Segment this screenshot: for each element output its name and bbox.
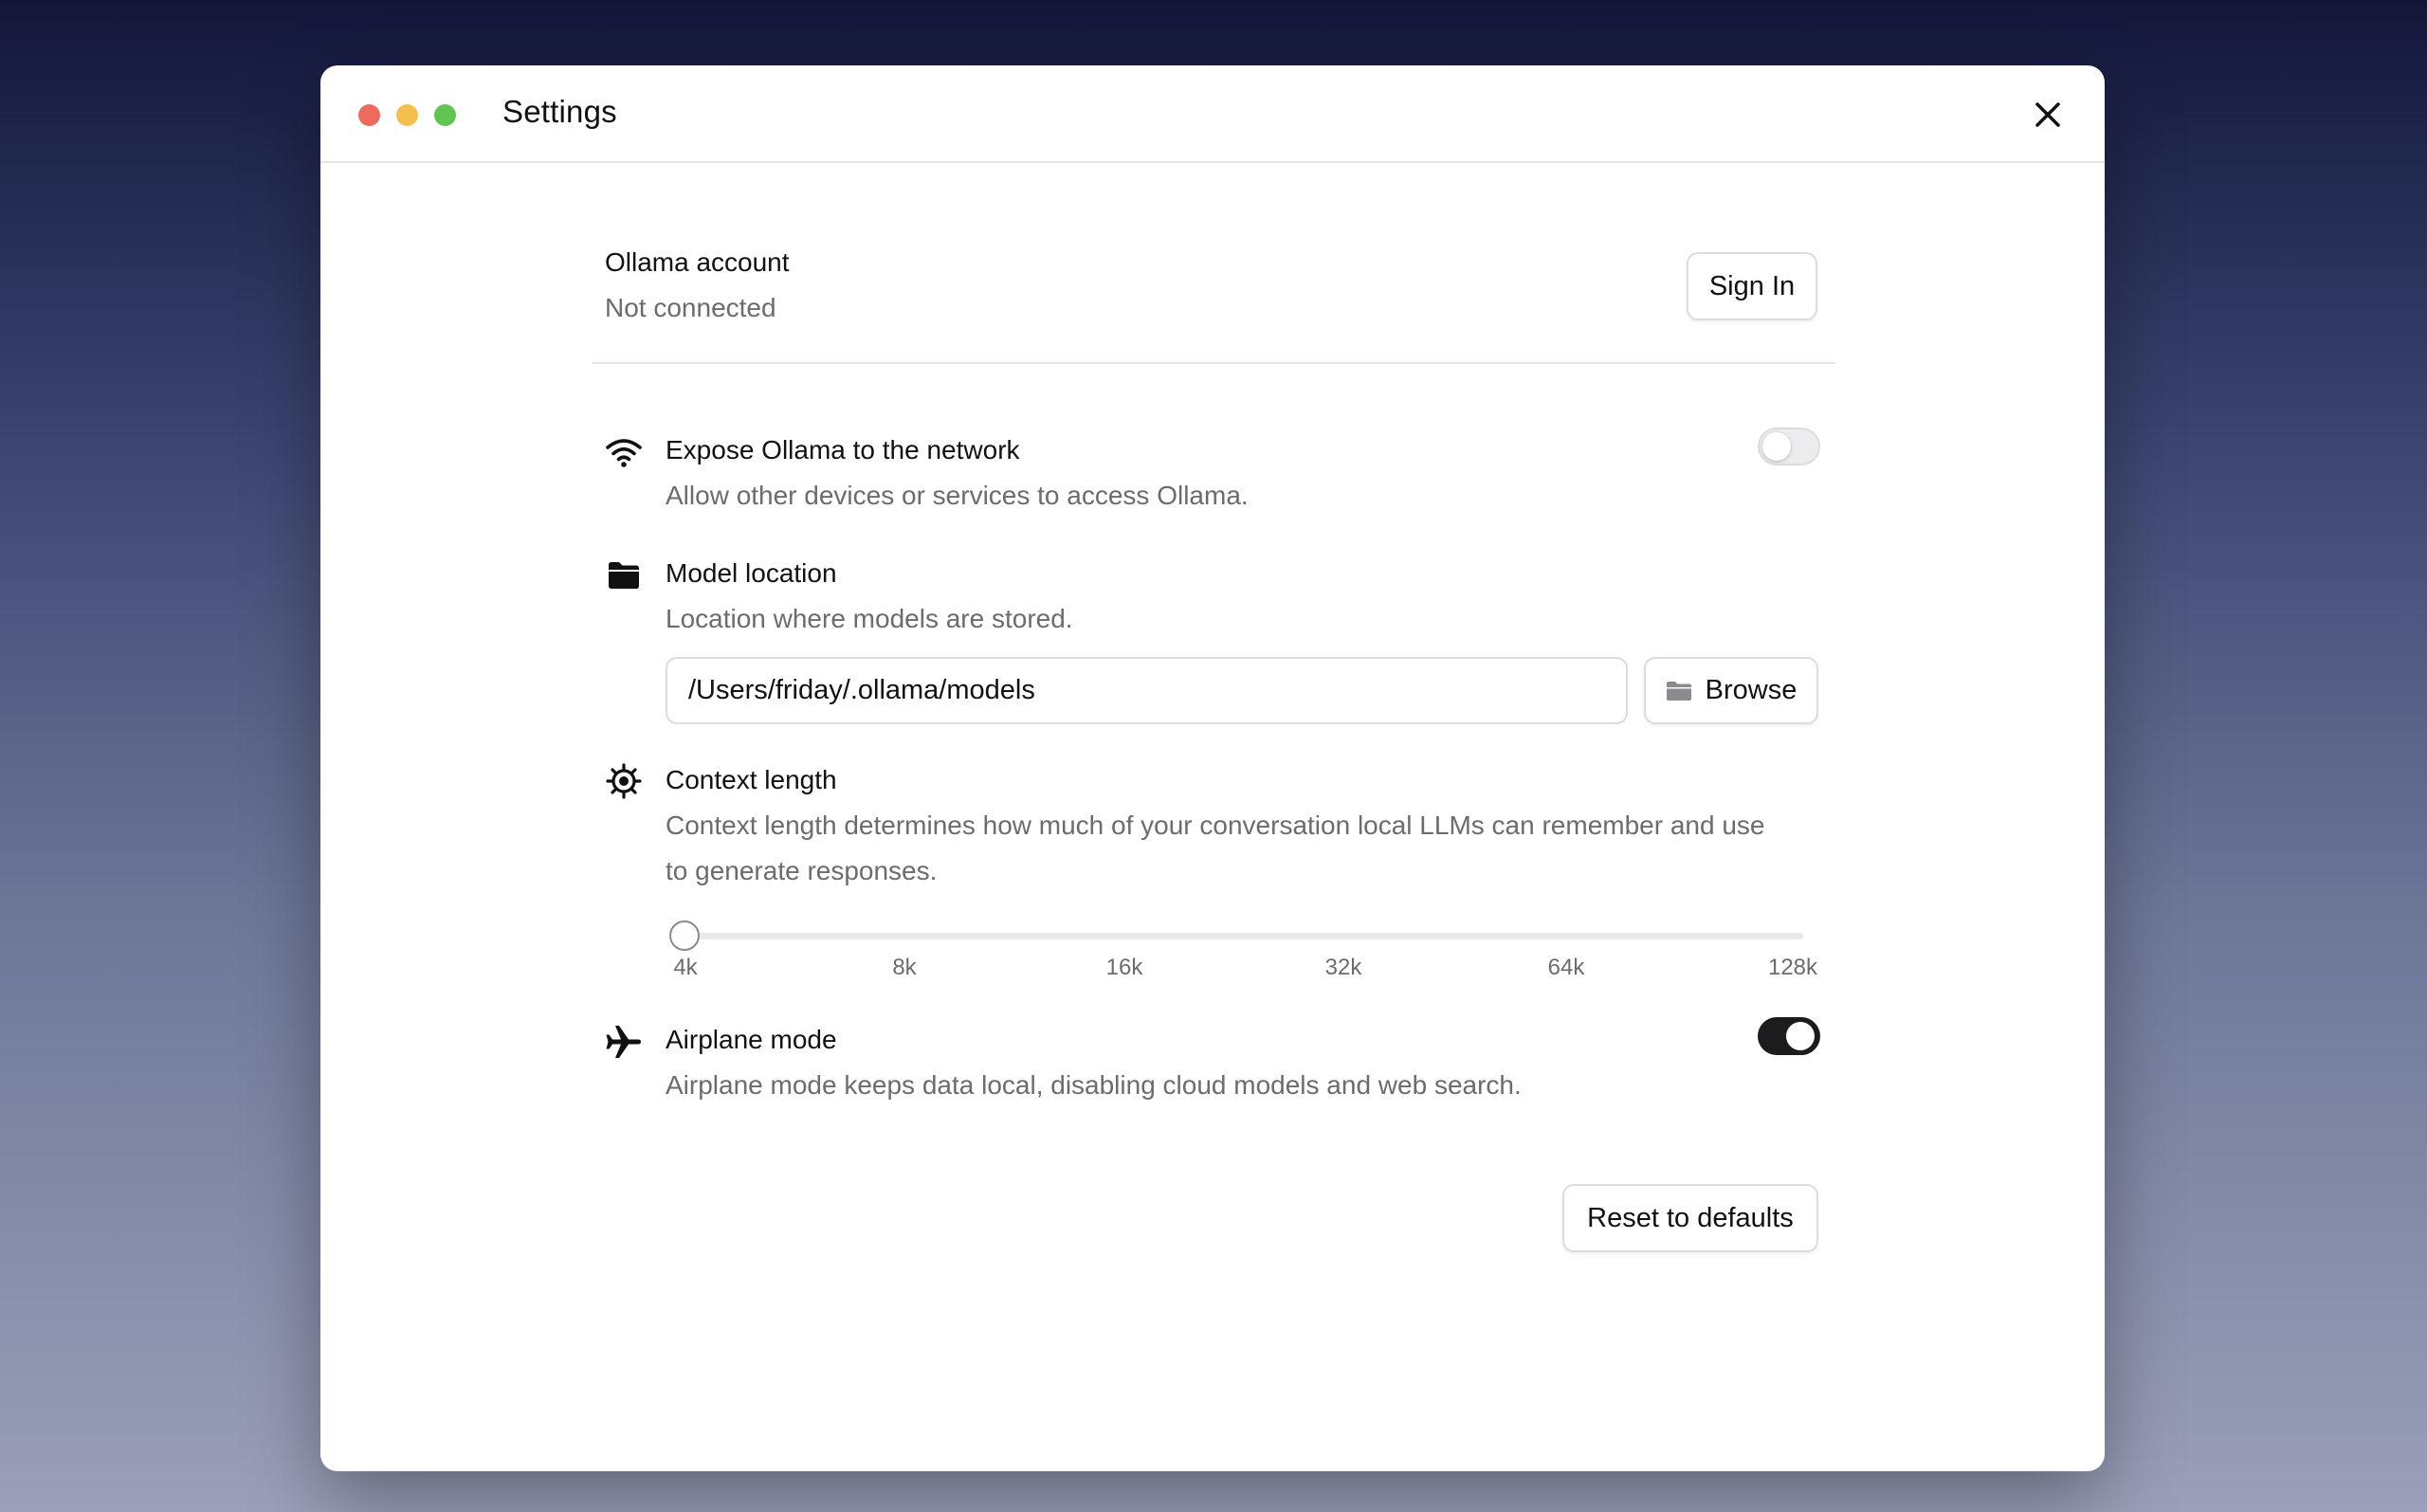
- airplane-icon: [605, 1023, 643, 1061]
- model-path-input[interactable]: /Users/friday/.ollama/models: [666, 657, 1628, 724]
- gear-icon: [605, 762, 643, 800]
- slider-tick: 128k: [1767, 955, 1818, 980]
- close-icon[interactable]: [2029, 96, 2067, 134]
- folder-small-icon: [1666, 680, 1692, 702]
- window-minimize-light[interactable]: [396, 104, 418, 126]
- account-status: Not connected: [605, 293, 776, 322]
- reset-defaults-label: Reset to defaults: [1587, 1202, 1794, 1233]
- browse-label: Browse: [1705, 675, 1797, 705]
- model-path-value: /Users/friday/.ollama/models: [688, 675, 1035, 705]
- settings-window: Settings Ollama account Not connected Si…: [320, 65, 2105, 1471]
- title-bar: Settings: [320, 65, 2105, 163]
- reset-defaults-button[interactable]: Reset to defaults: [1562, 1184, 1818, 1252]
- folder-icon: [605, 556, 643, 594]
- network-toggle[interactable]: [1758, 428, 1820, 465]
- context-length-description-2: to generate responses.: [666, 856, 938, 885]
- context-length-title: Context length: [666, 765, 837, 794]
- airplane-toggle[interactable]: [1758, 1017, 1820, 1055]
- toggle-knob: [1762, 432, 1791, 461]
- airplane-description: Airplane mode keeps data local, disablin…: [666, 1070, 1522, 1100]
- context-slider-thumb[interactable]: [669, 920, 700, 951]
- toggle-knob: [1786, 1022, 1815, 1050]
- browse-button[interactable]: Browse: [1644, 657, 1818, 724]
- wifi-icon: [605, 433, 643, 471]
- slider-tick: 64k: [1547, 955, 1585, 980]
- context-length-description-1: Context length determines how much of yo…: [666, 811, 1765, 840]
- network-title: Expose Ollama to the network: [666, 435, 1020, 465]
- sign-in-button[interactable]: Sign In: [1687, 252, 1817, 320]
- window-title: Settings: [502, 94, 617, 129]
- account-divider: [592, 362, 1835, 364]
- context-slider-track[interactable]: [681, 933, 1803, 939]
- window-zoom-light[interactable]: [434, 104, 456, 126]
- slider-tick: 4k: [673, 955, 698, 980]
- window-close-light[interactable]: [358, 104, 380, 126]
- network-description: Allow other devices or services to acces…: [666, 481, 1249, 510]
- account-title: Ollama account: [605, 247, 790, 277]
- slider-tick: 8k: [892, 955, 917, 980]
- model-location-title: Model location: [666, 558, 837, 588]
- airplane-title: Airplane mode: [666, 1025, 837, 1054]
- slider-tick: 32k: [1324, 955, 1362, 980]
- model-location-description: Location where models are stored.: [666, 604, 1073, 633]
- sign-in-label: Sign In: [1708, 270, 1796, 301]
- slider-tick: 16k: [1105, 955, 1143, 980]
